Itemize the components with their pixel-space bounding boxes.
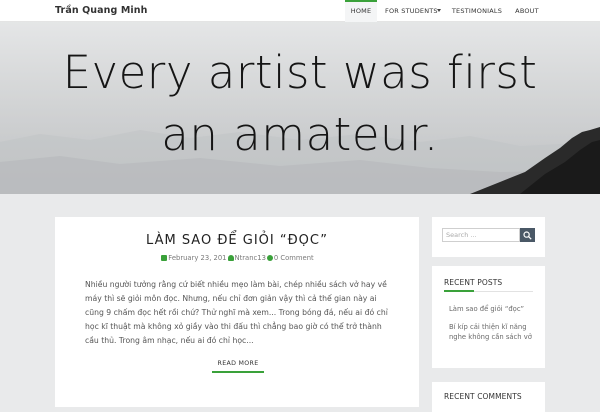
post-date[interactable]: February 23, 201 (168, 254, 226, 262)
nav-item-home[interactable]: HOME (345, 0, 377, 22)
search-button[interactable] (520, 228, 535, 242)
widget-divider (444, 290, 533, 292)
search-icon (523, 231, 532, 240)
post-title[interactable]: LÀM SAO ĐỂ GIỎI “ĐỌC” (55, 233, 419, 248)
chevron-down-icon[interactable] (437, 9, 441, 12)
read-more-button[interactable]: READ MORE (212, 360, 264, 373)
nav-item-label: FOR STUDENTS (385, 7, 438, 15)
post-comments[interactable]: 0 Comment (274, 254, 314, 262)
post-author[interactable]: Ntranc13 (235, 254, 266, 262)
user-icon (227, 255, 234, 261)
hero-quote-line-1: Every artist was first (62, 46, 538, 99)
nav-item-about[interactable]: ABOUT (511, 0, 543, 22)
comment-icon (266, 255, 273, 261)
calendar-icon (161, 255, 168, 261)
recent-comments-widget: RECENT COMMENTS (432, 382, 545, 412)
recent-post-link[interactable]: Bí kíp cải thiện kĩ năng nghe không cần … (449, 322, 537, 342)
search-input[interactable]: Search ... (442, 228, 520, 242)
widget-title: RECENT POSTS (444, 278, 503, 287)
site-title[interactable]: Trần Quang Minh (55, 5, 147, 16)
search-widget: Search ... (432, 217, 545, 257)
hero-quote-line-2: an amateur. (161, 108, 439, 161)
hero-banner: Every artist was first an amateur. (0, 22, 600, 194)
nav-item-for-students[interactable]: FOR STUDENTS (380, 0, 442, 22)
recent-posts-widget: RECENT POSTS Làm sao để giỏi “đọc” Bí kí… (432, 266, 545, 368)
site-header: Trần Quang Minh HOME FOR STUDENTS TESTIM… (0, 0, 600, 22)
post-meta: February 23, 201 Ntranc13 0 Comment (55, 254, 419, 262)
nav-item-testimonials[interactable]: TESTIMONIALS (449, 0, 505, 22)
post-excerpt: Nhiều người tưởng rằng cứ biết nhiều mẹo… (85, 280, 388, 345)
recent-post-link[interactable]: Làm sao để giỏi “đọc” (449, 304, 537, 314)
post-card: LÀM SAO ĐỂ GIỎI “ĐỌC” February 23, 201 Nt… (55, 217, 419, 407)
